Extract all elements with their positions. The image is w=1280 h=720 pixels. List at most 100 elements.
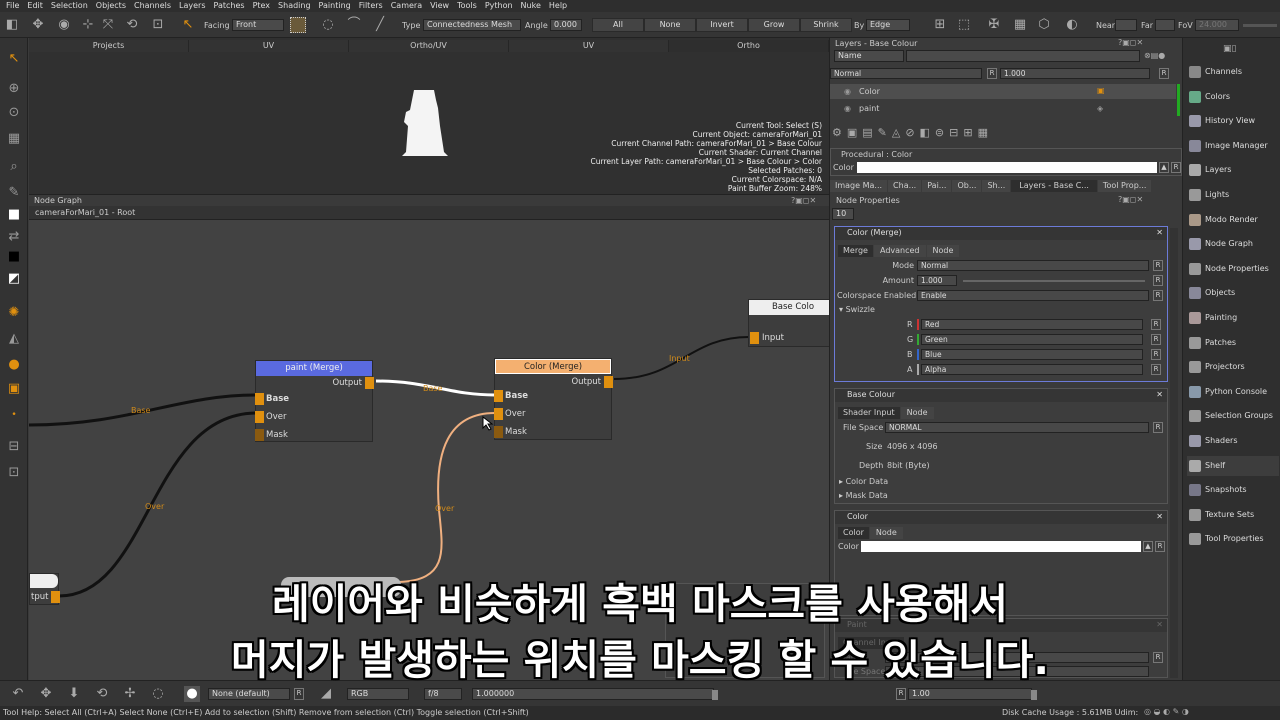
grid-tool-icon[interactable]: ▦	[5, 130, 23, 148]
orange-frame-icon[interactable]: ▣	[5, 380, 23, 398]
close-icon[interactable]: ✕	[1156, 511, 1163, 523]
tab-ortho[interactable]: Ortho	[669, 40, 829, 52]
shading-icon[interactable]: ◐	[1064, 17, 1080, 33]
colorspace-dropdown[interactable]: Enable	[917, 290, 1149, 301]
rotate-icon[interactable]: ⟲	[124, 17, 140, 33]
tab-tool-properties[interactable]: Tool Prop...	[1097, 180, 1152, 192]
color-swatch[interactable]	[861, 541, 1141, 552]
reset-button[interactable]: R	[1151, 364, 1161, 375]
sidebar-item-painting[interactable]: Painting	[1187, 308, 1279, 328]
sidebar-item-lights[interactable]: Lights	[1187, 185, 1279, 205]
section-header[interactable]: Color ✕	[835, 511, 1167, 524]
tab-layers[interactable]: Layers - Base C...	[1011, 180, 1097, 192]
fstop-field[interactable]: f/8	[424, 688, 462, 700]
mask-port[interactable]	[494, 426, 503, 438]
paint-brush-icon[interactable]: ✺	[5, 304, 23, 322]
sidebar-item-modo-render[interactable]: Modo Render	[1187, 210, 1279, 230]
by-dropdown[interactable]: Edge	[866, 19, 910, 31]
sidebar-item-texture-sets[interactable]: Texture Sets	[1187, 505, 1279, 525]
status-icons[interactable]: ◎ ◒ ◐ ✎ ◑	[1144, 707, 1189, 717]
node-count-field[interactable]: 10	[832, 208, 854, 220]
base-port[interactable]	[255, 393, 264, 405]
section-header[interactable]: Color (Merge) ✕	[835, 227, 1167, 240]
down-arrow-icon[interactable]: ⬇	[66, 686, 82, 702]
sidebar-item-node-properties[interactable]: Node Properties	[1187, 259, 1279, 279]
sidebar-item-node-graph[interactable]: Node Graph	[1187, 234, 1279, 254]
swizzle-toggle[interactable]: ▾ Swizzle	[839, 305, 875, 315]
tab-advanced[interactable]: Advanced	[873, 245, 926, 257]
menu-item[interactable]: Camera	[387, 0, 426, 12]
paint-merge-node[interactable]: paint (Merge) Output Base Over Mask	[255, 360, 374, 442]
sidebar-item-shaders[interactable]: Shaders	[1187, 431, 1279, 451]
eyedropper-button[interactable]: ▲	[1159, 162, 1169, 173]
swizzle-dropdown[interactable]: Blue	[921, 349, 1143, 360]
reset-button[interactable]: R	[1153, 275, 1163, 286]
base-colour-node[interactable]: Base Colo Input	[748, 299, 829, 347]
eyedropper-button[interactable]: ▲	[1143, 541, 1153, 552]
output-port[interactable]	[604, 376, 613, 388]
sidebar-item-tool-properties[interactable]: Tool Properties	[1187, 529, 1279, 549]
window-alt-icon[interactable]: ⊡	[5, 464, 23, 482]
menu-item[interactable]: Python	[481, 0, 517, 12]
orange-sphere-icon[interactable]: ●	[5, 356, 23, 374]
search-controls-icon[interactable]: ⊗▤●	[1144, 51, 1165, 61]
tab-node[interactable]: Node	[900, 407, 934, 419]
sidebar-item-shelf[interactable]: Shelf	[1187, 455, 1279, 476]
menu-item[interactable]: Selection	[47, 0, 92, 12]
tab-shaders[interactable]: Sh...	[982, 180, 1011, 192]
reset-button[interactable]: R	[987, 68, 997, 79]
tab-uv[interactable]: UV	[189, 40, 349, 52]
lock-icon[interactable]: ⊡	[150, 17, 166, 33]
rotate-icon[interactable]: ⟲	[94, 686, 110, 702]
amount-slider[interactable]	[963, 280, 1145, 282]
sidebar-item-selection-groups[interactable]: Selection Groups	[1187, 406, 1279, 426]
tab-channels[interactable]: Cha...	[888, 180, 922, 192]
tab-shader-input[interactable]: Shader Input	[838, 407, 900, 419]
layer-action-icons[interactable]: ⚙▣▤✎◬⊘◧⊜⊟⊞▦	[832, 126, 1092, 142]
far-field[interactable]	[1155, 19, 1175, 31]
window-icon[interactable]: ⊟	[5, 438, 23, 456]
ramp-icon[interactable]: ◢	[318, 686, 334, 702]
sidebar-item-channels[interactable]: Channels	[1187, 62, 1279, 82]
snap-icon[interactable]: ✢	[122, 686, 138, 702]
color-data-toggle[interactable]: ▸ Color Data	[839, 477, 888, 487]
reset-button[interactable]: R	[1153, 290, 1163, 301]
exposure-field[interactable]: 1.000000	[472, 688, 714, 700]
mask-port[interactable]	[255, 429, 264, 441]
tab-ortho-uv[interactable]: Ortho/UV	[349, 40, 509, 52]
marquee-select-icon[interactable]	[290, 17, 306, 33]
color-merge-node[interactable]: Color (Merge) Output Base Over Mask	[494, 358, 613, 440]
menu-item[interactable]: Nuke	[517, 0, 545, 12]
section-header[interactable]: Base Colour ✕	[835, 389, 1167, 402]
color-swatch[interactable]	[857, 162, 1157, 173]
display-mode-dropdown[interactable]: RGB	[347, 688, 409, 700]
tab-node[interactable]: Node	[926, 245, 960, 257]
fov-slider[interactable]	[1243, 24, 1277, 27]
menu-item[interactable]: Patches	[210, 0, 249, 12]
fov-field[interactable]: 24.000	[1195, 19, 1239, 31]
menu-item[interactable]: Filters	[355, 0, 387, 12]
palette-toggle-icon[interactable]: ▣▯	[1223, 44, 1236, 54]
tab-image-manager[interactable]: Image Ma...	[830, 180, 888, 192]
reset-button[interactable]: R	[294, 688, 304, 700]
transform-tool-icon[interactable]: ⊕	[5, 80, 23, 98]
sidebar-item-history-view[interactable]: History View	[1187, 111, 1279, 131]
zoom-tool-icon[interactable]: ⌕	[5, 158, 23, 176]
menu-item[interactable]: Painting	[315, 0, 355, 12]
exposure-slider-handle[interactable]	[712, 690, 718, 700]
brush-preset-icon[interactable]: ●	[184, 686, 200, 702]
lasso-icon[interactable]: ◌	[320, 17, 336, 33]
menu-item[interactable]: Channels	[130, 0, 175, 12]
pivot-icon[interactable]: ⊹	[80, 17, 96, 33]
swizzle-dropdown[interactable]: Red	[921, 319, 1143, 330]
reset-button[interactable]: R	[1159, 68, 1169, 79]
tab-uv-2[interactable]: UV	[509, 40, 669, 52]
eyedropper-icon[interactable]: ✎	[5, 184, 23, 202]
invert-button[interactable]: Invert	[696, 18, 748, 32]
mode-dropdown[interactable]: Normal	[917, 260, 1149, 271]
background-color-swatch[interactable]: ■	[5, 248, 23, 266]
reset-button[interactable]: R	[1155, 541, 1165, 552]
sidebar-item-projectors[interactable]: Projectors	[1187, 357, 1279, 377]
cube-view-icon[interactable]: ⬚	[956, 17, 972, 33]
menu-item[interactable]: Shading	[274, 0, 315, 12]
